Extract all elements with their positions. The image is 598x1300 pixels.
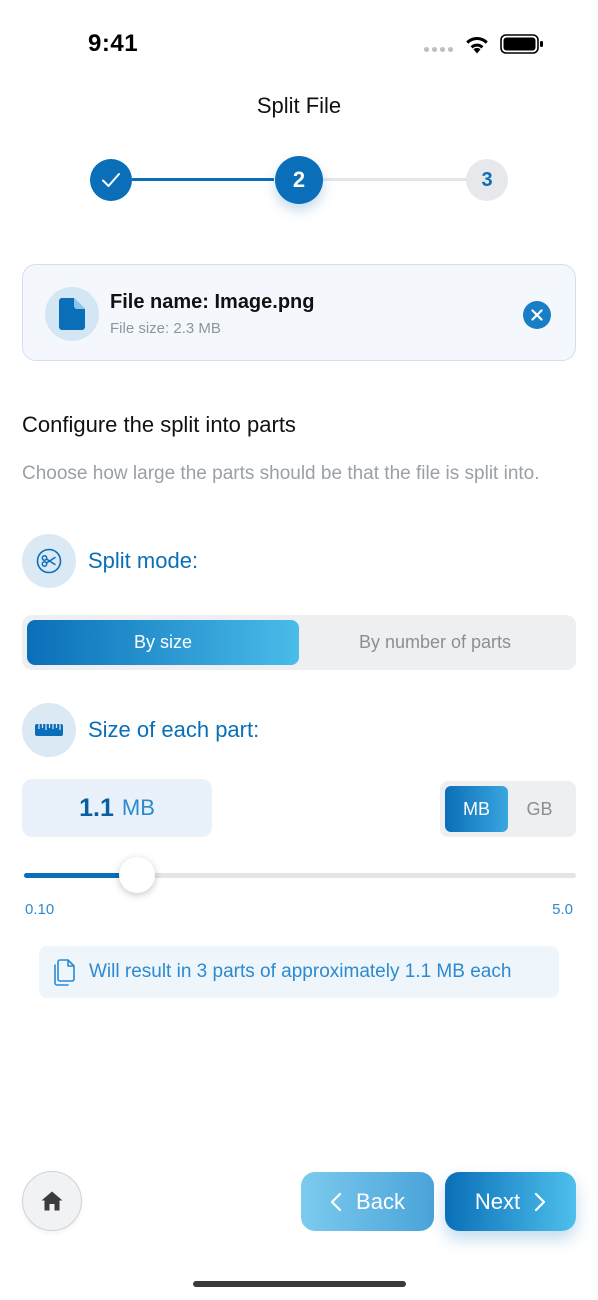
- checkmark-icon: [102, 173, 120, 187]
- unit-mb-button[interactable]: MB: [445, 786, 508, 832]
- step-3-upcoming: 3: [466, 159, 508, 201]
- stepper: 2 3: [0, 156, 598, 204]
- back-button[interactable]: Back: [301, 1172, 434, 1231]
- file-card: File name: Image.png File size: 2.3 MB: [22, 264, 576, 361]
- step-connector: [322, 178, 466, 181]
- result-text: Will result in 3 parts of approximately …: [89, 961, 512, 982]
- next-button[interactable]: Next: [445, 1172, 576, 1231]
- file-icon-badge: [45, 287, 99, 341]
- remove-file-button[interactable]: [523, 301, 551, 329]
- size-icon-badge: [22, 703, 76, 757]
- step-2-current: 2: [275, 156, 323, 204]
- split-mode-label-row: Split mode:: [22, 534, 198, 588]
- chevron-right-icon: [535, 1192, 546, 1211]
- home-button[interactable]: [22, 1171, 82, 1231]
- slider-max-label: 5.0: [552, 901, 573, 918]
- step-1-completed: [90, 159, 132, 201]
- size-value-field[interactable]: 1.1 MB: [22, 779, 212, 837]
- page-title: Split File: [256, 93, 342, 118]
- split-mode-by-size[interactable]: By size: [27, 620, 299, 665]
- signal-icon: [424, 44, 456, 54]
- size-unit: MB: [121, 795, 155, 820]
- size-label-row: Size of each part:: [22, 703, 259, 757]
- section-description: Choose how large the parts should be tha…: [22, 463, 540, 484]
- size-slider[interactable]: [24, 856, 576, 896]
- ruler-icon: [35, 724, 63, 736]
- split-mode-label: Split mode:: [88, 548, 199, 573]
- split-mode-segmented-control: By size By number of parts: [22, 615, 576, 670]
- section-title: Configure the split into parts: [22, 412, 296, 437]
- document-icon: [59, 298, 85, 330]
- step-connector: [132, 178, 274, 181]
- next-button-label: Next: [474, 1188, 521, 1214]
- copy-files-icon: [54, 959, 75, 986]
- result-info: Will result in 3 parts of approximately …: [39, 946, 559, 998]
- home-indicator: [193, 1281, 406, 1287]
- status-bar: 9:41: [0, 0, 598, 90]
- file-name: File name: Image.png: [110, 291, 315, 313]
- split-mode-icon-badge: [22, 534, 76, 588]
- home-icon: [41, 1191, 63, 1211]
- chevron-left-icon: [330, 1192, 342, 1211]
- close-icon: [531, 309, 543, 321]
- slider-min-label: 0.10: [25, 901, 55, 918]
- size-value: 1.1: [79, 793, 114, 822]
- wifi-icon: [466, 36, 488, 54]
- status-time: 9:41: [88, 30, 139, 57]
- battery-icon: [500, 34, 543, 54]
- scissors-icon: [36, 548, 62, 574]
- slider-thumb[interactable]: [119, 857, 155, 893]
- size-label: Size of each part:: [88, 717, 260, 742]
- file-size: File size: 2.3 MB: [110, 320, 221, 337]
- unit-toggle: MB GB: [440, 781, 576, 837]
- split-mode-by-number-of-parts[interactable]: By number of parts: [299, 620, 571, 665]
- back-button-label: Back: [356, 1188, 405, 1214]
- unit-gb-button[interactable]: GB: [508, 786, 571, 832]
